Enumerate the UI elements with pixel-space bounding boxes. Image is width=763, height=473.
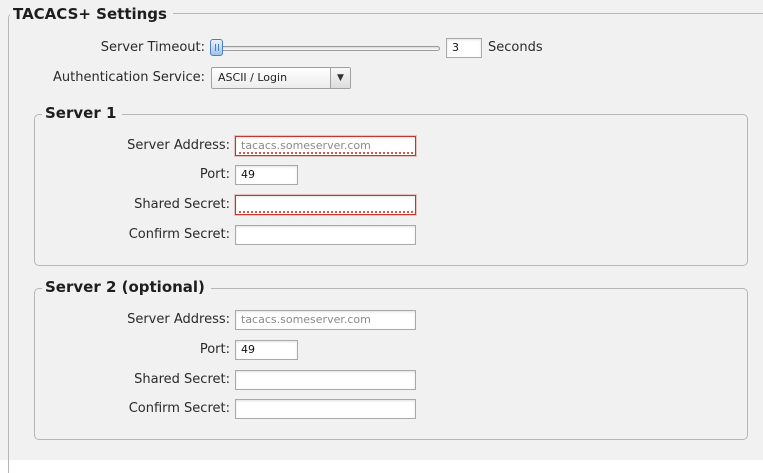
- timeout-unit-label: Seconds: [488, 40, 543, 55]
- server2-shared-secret-label: Shared Secret:: [134, 372, 230, 387]
- server1-confirm-secret-input[interactable]: [235, 225, 416, 245]
- server2-title: Server 2 (optional): [42, 278, 211, 296]
- server-timeout-label: Server Timeout:: [100, 40, 205, 55]
- authentication-service-select[interactable]: ASCII / Login ▼: [211, 67, 351, 89]
- server2-port-label: Port:: [199, 342, 230, 357]
- settings-panel: TACACS+ Settings Server Timeout: 3 Secon…: [0, 0, 763, 473]
- tacacs-settings-title: TACACS+ Settings: [10, 5, 173, 23]
- authentication-service-value: ASCII / Login: [218, 71, 288, 84]
- server2-confirm-secret-label: Confirm Secret:: [128, 401, 230, 416]
- server2-port-input[interactable]: 49: [235, 340, 298, 360]
- chevron-down-icon[interactable]: ▼: [330, 68, 350, 88]
- timeout-slider-track[interactable]: [212, 46, 440, 51]
- server1-port-label: Port:: [199, 167, 230, 182]
- server1-address-input[interactable]: tacacs.someserver.com: [235, 136, 416, 156]
- server1-title: Server 1: [42, 104, 123, 122]
- server2-address-label: Server Address:: [127, 312, 230, 327]
- authentication-service-label: Authentication Service:: [53, 70, 205, 85]
- server1-port-input[interactable]: 49: [235, 165, 298, 185]
- server2-address-placeholder: tacacs.someserver.com: [241, 313, 371, 326]
- server1-shared-secret-label: Shared Secret:: [134, 197, 230, 212]
- server2-confirm-secret-input[interactable]: [235, 399, 416, 419]
- server2-address-input[interactable]: tacacs.someserver.com: [235, 310, 416, 330]
- timeout-slider-thumb[interactable]: [210, 39, 223, 56]
- timeout-seconds-input[interactable]: 3: [446, 38, 482, 58]
- server1-shared-secret-input[interactable]: [235, 195, 416, 215]
- server1-confirm-secret-label: Confirm Secret:: [128, 227, 230, 242]
- server2-shared-secret-input[interactable]: [235, 370, 416, 390]
- server1-address-label: Server Address:: [127, 138, 230, 153]
